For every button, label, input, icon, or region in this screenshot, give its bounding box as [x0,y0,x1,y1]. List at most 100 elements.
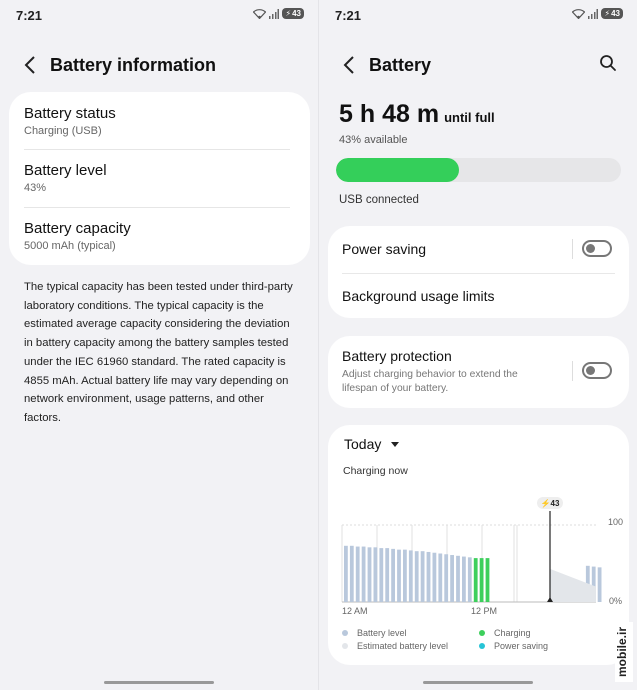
watermark: mobile.ir [615,622,633,682]
background-usage-limits-item[interactable]: Background usage limits [342,288,495,304]
battery-charging-icon: ⚡ 43 [282,8,304,19]
legend-dot [479,643,485,649]
time-until-full: 5 h 48 m until full [339,100,495,129]
status-bar: 7:21 ⚡ 43 [0,0,318,30]
toggle-divider [572,239,573,259]
bar-battery-level [367,547,372,602]
battery-protection-label: Battery protection [342,348,452,364]
bar-battery-level [397,549,401,602]
bar-battery-level [450,555,454,602]
time-suffix: until full [444,110,495,125]
battery-capacity-label: Battery capacity [24,220,131,237]
battery-charging-icon: ⚡ 43 [601,8,623,19]
battery-status-label: Battery status [24,105,116,122]
bar-battery-level [438,553,443,602]
available-percent: 43% available [339,134,408,146]
caret-down-icon [391,441,400,447]
bar-battery-level [385,548,390,602]
status-time: 7:21 [16,8,43,23]
battery-usage-card: Today Charging now ⚡43 12 AM 12 PM 100 0% Ba… [328,425,629,665]
home-indicator[interactable] [104,681,214,684]
battery-status-row: Battery status Charging (USB) [24,105,298,137]
signal-icon [588,8,599,19]
page-title: Battery [369,54,432,75]
header: Battery information [0,48,318,82]
bar-battery-level [373,547,378,602]
connection-status: USB connected [339,194,419,206]
period-dropdown[interactable]: Today [344,436,400,452]
battery-capacity-value: 5000 mAh (typical) [24,240,116,252]
battery-level-row: Battery level 43% [24,162,298,194]
back-button[interactable] [18,53,42,77]
search-icon [600,55,616,71]
legend-power-saving: Power saving [479,641,548,651]
chevron-left-icon [343,56,354,74]
capacity-description: The typical capacity has been tested und… [24,281,293,424]
bar-battery-level [420,551,425,602]
battery-protection-card[interactable]: Battery protection Adjust charging behav… [328,336,629,408]
battery-protection-toggle[interactable] [582,362,612,379]
bar-battery-level [414,551,419,602]
bar-battery-level [361,546,366,602]
wifi-icon [253,8,267,19]
bar-battery-level [432,552,437,602]
bar-charging [479,558,484,602]
bar-battery-level [444,554,449,602]
battery-capacity-row: Battery capacity 5000 mAh (typical) [24,220,298,252]
page-title: Battery information [50,54,217,75]
row-divider [24,149,290,150]
header: Battery [319,48,637,82]
signal-icon [269,8,280,19]
battery-screen: 7:21 ⚡ 43 Battery 5 h 48 m until full 43%… [319,0,637,690]
time-remaining: 5 h 48 m [339,100,440,128]
back-button[interactable] [337,53,361,77]
legend-dot [479,630,485,636]
status-bar: 7:21 ⚡ 43 [319,0,637,30]
legend-charging: Charging [479,628,531,638]
search-button[interactable] [599,54,621,76]
battery-info-card: Battery status Charging (USB) Battery le… [9,92,310,265]
battery-information-screen: 7:21 ⚡ 43 Battery information Battery sta… [0,0,318,690]
legend-dot [342,630,348,636]
period-label: Today [344,436,382,452]
legend-battery-level: Battery level [342,628,407,638]
bar-battery-level [349,545,354,602]
battery-level-label: Battery level [24,162,107,179]
status-time: 7:21 [335,8,362,23]
bar-battery-level [467,557,472,602]
power-saving-toggle[interactable] [582,240,612,257]
bar-battery-level [408,550,413,602]
bar-battery-level [391,548,395,602]
legend-dot [342,643,348,649]
bar-battery-level [403,549,407,602]
row-divider [342,273,615,274]
battery-level-bar [336,158,621,182]
battery-level-value: 43% [24,182,47,194]
battery-status-value: Charging (USB) [24,125,102,137]
row-divider [24,207,290,208]
bar-charging [473,558,478,602]
battery-protection-description: Adjust charging behavior to extend the l… [342,369,518,394]
power-saving-label: Power saving [342,241,427,257]
bar-charging [485,558,490,602]
bar-battery-level [462,556,466,602]
power-settings-card: Power saving Background usage limits [328,226,629,318]
y-tick-label: 100 [608,517,623,527]
bar-battery-level [456,555,460,602]
chevron-left-icon [24,56,35,74]
battery-usage-chart: ⚡43 12 AM 12 PM 100 0% [341,497,623,616]
bar-battery-level [344,545,348,602]
home-indicator[interactable] [423,681,533,684]
toggle-divider [572,361,573,381]
bar-battery-level [355,546,360,602]
battery-level-fill [336,158,459,182]
y-tick-label: 0% [609,596,622,606]
x-tick-label: 12 PM [471,606,497,616]
marker-label: ⚡43 [541,498,560,508]
x-tick-label: 12 AM [342,606,368,616]
wifi-icon [572,8,586,19]
charging-status: Charging now [343,465,408,477]
bar-battery-level [597,567,602,602]
bar-battery-level [426,551,431,602]
legend-estimated-level: Estimated battery level [342,641,448,651]
